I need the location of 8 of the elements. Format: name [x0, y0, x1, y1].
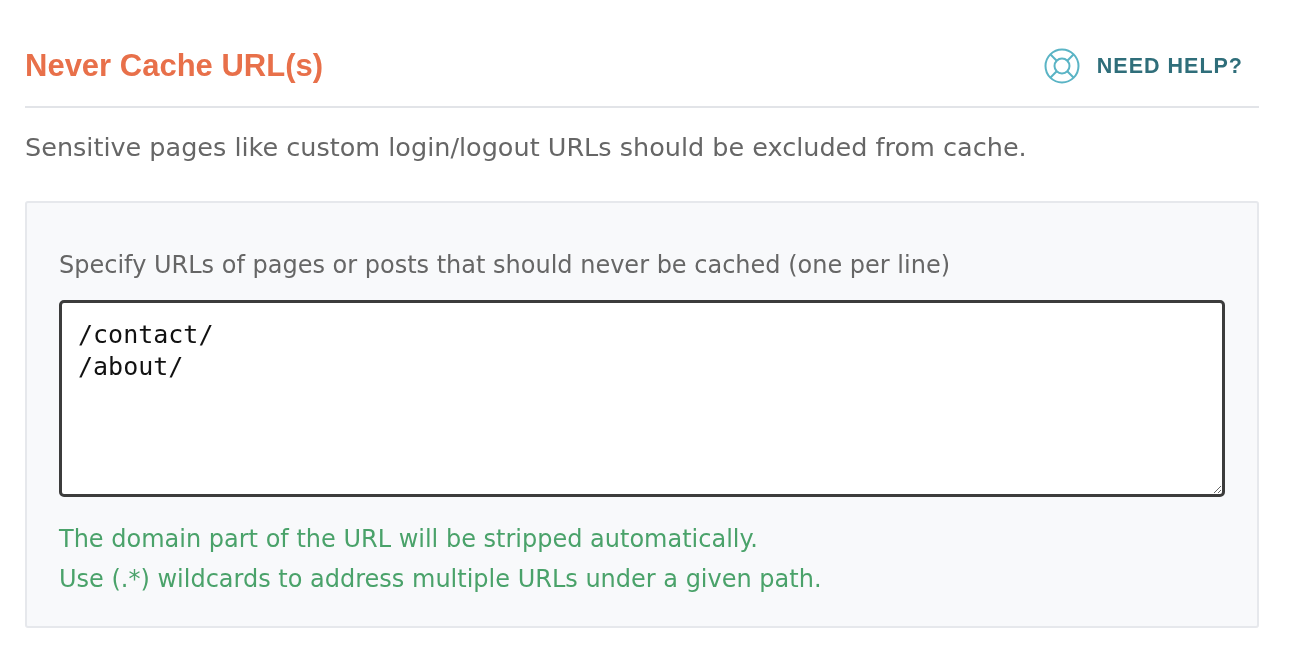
urls-textarea[interactable]: /contact/ /about/ — [59, 300, 1225, 497]
field-label: Specify URLs of pages or posts that should never be cached (one per line) — [59, 250, 952, 281]
need-help-link[interactable]: NEED HELP? — [1043, 48, 1243, 84]
section-description: Sensitive pages like custom login/logout URLs should be excluded from cache. — [25, 131, 1028, 164]
section-title: Never Cache URL(s) — [25, 47, 324, 85]
lifebuoy-icon — [1043, 48, 1080, 84]
hint-text: Use (.*) wildcards to address multiple URLs under a given path. — [59, 564, 823, 595]
hint-text: The domain part of the URL will be stripped automatically. — [59, 524, 759, 555]
